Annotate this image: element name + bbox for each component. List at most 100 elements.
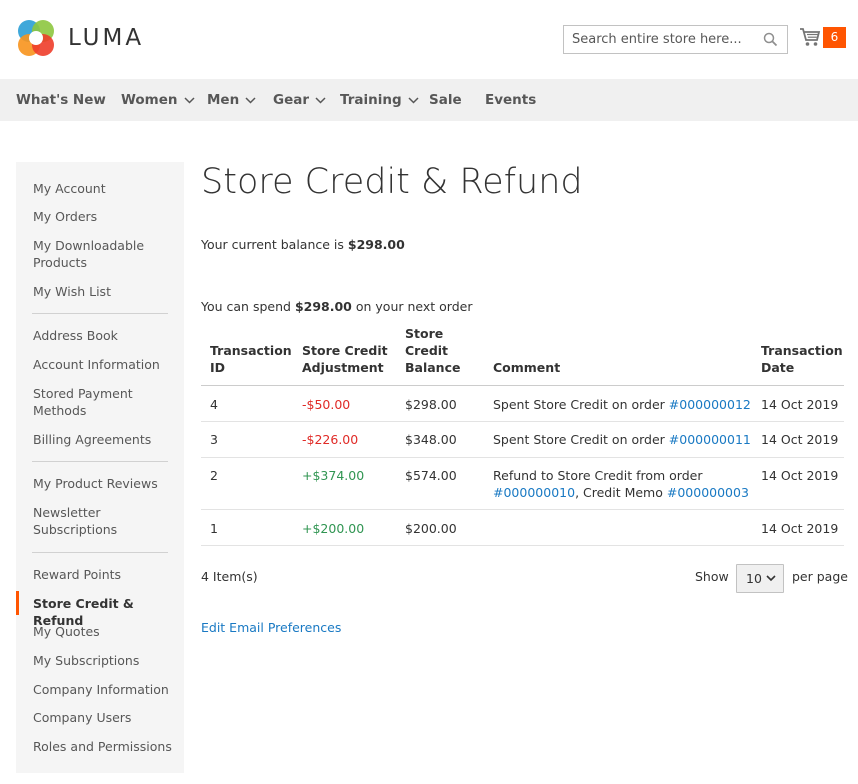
nav-item-events[interactable]: Events [485, 79, 536, 121]
spend-label: You can spend [201, 299, 291, 314]
column-header-adjustment: Store Credit Adjustment [302, 343, 388, 375]
table-header-divider [201, 385, 844, 386]
sidebar-item-my-subscriptions[interactable]: My Subscriptions [33, 652, 173, 669]
sidebar-active-indicator [16, 591, 19, 615]
row-divider [201, 457, 844, 458]
search-input[interactable] [564, 26, 754, 53]
sidebar-item-account-information[interactable]: Account Information [33, 356, 173, 373]
sidebar-item-company-users[interactable]: Company Users [33, 709, 173, 726]
nav-item-gear[interactable]: Gear [273, 79, 326, 121]
column-header-comment: Comment [493, 360, 561, 375]
sidebar-divider [32, 313, 168, 314]
nav-label: Events [485, 92, 537, 108]
cell-balance: $348.00 [405, 432, 457, 447]
main-navigation: What's New Women Men Gear Training Sale … [0, 79, 858, 121]
cell-date: 14 Oct 2019 [761, 521, 839, 536]
order-link[interactable]: #000000011 [669, 432, 751, 447]
cell-comment: Refund to Store Credit from order #00000… [493, 467, 749, 501]
nav-item-women[interactable]: Women [121, 79, 195, 121]
cell-balance: $298.00 [405, 397, 457, 412]
sidebar-item-my-product-reviews[interactable]: My Product Reviews [33, 475, 173, 492]
cell-date: 14 Oct 2019 [761, 397, 839, 412]
luma-logo-icon [18, 20, 54, 56]
cell-adjustment: -$226.00 [302, 432, 359, 447]
spend-suffix: on your next order [355, 299, 473, 314]
sidebar-item-my-wish-list[interactable]: My Wish List [33, 283, 173, 300]
cell-transaction-id: 3 [210, 432, 218, 447]
row-divider [201, 421, 844, 422]
order-link[interactable]: #000000012 [669, 397, 751, 412]
sidebar-item-roles-and-permissions[interactable]: Roles and Permissions [33, 738, 183, 755]
sidebar-item-my-account[interactable]: My Account [33, 180, 173, 197]
cell-balance: $574.00 [405, 468, 457, 483]
comment-text: , Credit Memo [575, 485, 663, 500]
items-count: 4 Item(s) [201, 569, 258, 584]
sidebar-item-reward-points[interactable]: Reward Points [33, 566, 173, 583]
cell-comment: Spent Store Credit on order #000000011 [493, 431, 751, 448]
nav-item-men[interactable]: Men [207, 79, 256, 121]
logo-text: LUMA [68, 25, 145, 51]
sidebar-item-billing-agreements[interactable]: Billing Agreements [33, 431, 173, 448]
chevron-down-icon [315, 96, 326, 104]
nav-item-sale[interactable]: Sale [429, 79, 462, 121]
comment-text: Spent Store Credit on order [493, 397, 665, 412]
per-page-label: per page [792, 569, 848, 584]
column-header-date: Transaction Date [761, 343, 843, 375]
order-link[interactable]: #000000010 [493, 485, 575, 500]
nav-label: What's New [16, 92, 106, 108]
nav-label: Men [207, 92, 240, 108]
cell-adjustment: -$50.00 [302, 397, 351, 412]
sidebar-item-company-information[interactable]: Company Information [33, 681, 173, 698]
cell-comment: Spent Store Credit on order #000000012 [493, 396, 751, 413]
chevron-down-icon [245, 96, 256, 104]
nav-label: Training [340, 92, 402, 108]
nav-item-training[interactable]: Training [340, 79, 419, 121]
column-header-transaction-id: Transaction ID [210, 343, 292, 375]
chevron-down-icon [766, 575, 776, 582]
nav-label: Gear [273, 92, 310, 108]
comment-line-2: #000000010, Credit Memo #000000003 [493, 484, 749, 501]
nav-label: Sale [429, 92, 462, 108]
cell-transaction-id: 4 [210, 397, 218, 412]
cell-date: 14 Oct 2019 [761, 468, 839, 483]
header: LUMA 6 [0, 0, 858, 79]
sidebar-item-stored-payment-methods[interactable]: Stored Payment Methods [33, 385, 143, 419]
logo[interactable]: LUMA [16, 18, 144, 58]
spendable-balance: You can spend $298.00 on your next order [201, 299, 472, 314]
per-page-select[interactable]: 10 [736, 564, 784, 593]
page-title: Store Credit & Refund [201, 162, 583, 202]
cell-balance: $200.00 [405, 521, 457, 536]
column-header-balance: Store Credit Balance [405, 326, 461, 375]
nav-label: Women [121, 92, 178, 108]
search-box [563, 25, 788, 54]
cell-transaction-id: 1 [210, 521, 218, 536]
comment-text: Refund to Store Credit from order [493, 468, 703, 483]
minicart[interactable]: 6 [799, 26, 846, 48]
sidebar-item-my-downloadable-products[interactable]: My Downloadable Products [33, 237, 153, 271]
cart-count-badge: 6 [823, 26, 846, 48]
row-divider [201, 509, 844, 510]
sidebar-item-my-orders[interactable]: My Orders [33, 208, 173, 225]
current-balance: Your current balance is $298.00 [201, 237, 405, 252]
row-divider [201, 545, 844, 546]
sidebar-divider [32, 552, 168, 553]
account-sidebar: My Account My Orders My Downloadable Pro… [16, 162, 184, 773]
comment-text: Spent Store Credit on order [493, 432, 665, 447]
balance-value: $298.00 [347, 237, 405, 252]
cart-icon [800, 28, 821, 46]
credit-memo-link[interactable]: #000000003 [667, 485, 749, 500]
sidebar-divider [32, 461, 168, 462]
cell-transaction-id: 2 [210, 468, 218, 483]
spend-value: $298.00 [294, 299, 352, 314]
per-page-value: 10 [746, 571, 762, 586]
chevron-down-icon [408, 96, 419, 104]
nav-item-whats-new[interactable]: What's New [16, 79, 106, 121]
cell-date: 14 Oct 2019 [761, 432, 839, 447]
search-icon[interactable] [763, 32, 778, 47]
cell-adjustment: +$200.00 [302, 521, 365, 536]
sidebar-item-my-quotes[interactable]: My Quotes [33, 623, 173, 640]
edit-email-preferences-link[interactable]: Edit Email Preferences [201, 620, 341, 635]
sidebar-item-newsletter-subscriptions[interactable]: Newsletter Subscriptions [33, 504, 133, 538]
chevron-down-icon [184, 96, 195, 104]
sidebar-item-address-book[interactable]: Address Book [33, 327, 173, 344]
